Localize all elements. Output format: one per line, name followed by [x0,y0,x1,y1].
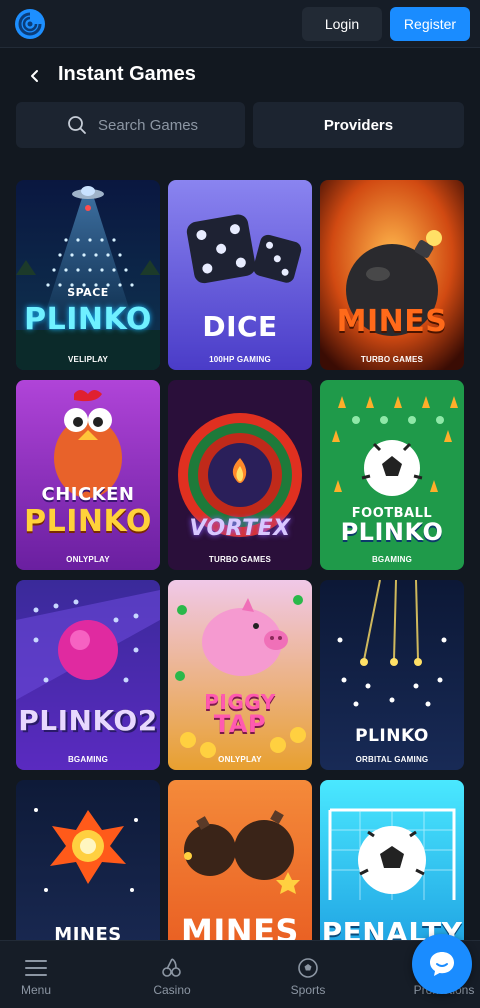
game-provider: BGAMING [371,555,413,564]
game-provider: 100HP GAMING [209,355,271,364]
plinko-2-artwork [16,580,160,770]
vortex-artwork [168,380,312,570]
game-title: TAP [213,710,267,738]
game-provider: TURBO GAMES [360,355,424,364]
page-header: Instant Games [0,54,480,98]
chevron-left-icon[interactable] [24,65,46,87]
game-subtitle: CHICKEN [41,484,135,505]
game-title: PLINKO [340,518,444,546]
page-title: Instant Games [58,63,196,85]
game-provider: ONLYPLAY [218,755,262,764]
swirl-logo-icon[interactable] [15,9,45,39]
space-plinko-artwork [16,180,160,370]
game-title: PLINKO [355,726,429,746]
game-provider: BGAMING [67,755,109,764]
search-input[interactable]: Search Games [16,102,245,148]
game-card-football-plinko[interactable]: FOOTBALL PLINKO BGAMING [320,380,464,570]
game-card-vortex[interactable]: VORTEX TURBO GAMES [168,380,312,570]
game-provider: TURBO GAMES [208,555,272,564]
hamburger-menu-icon [24,957,48,979]
chat-button[interactable] [412,934,472,994]
piggy-tap-artwork [168,580,312,770]
nav-label: Casino [153,983,191,997]
game-title: MINES [336,304,448,339]
mines-artwork [320,180,464,370]
game-title: VORTEX [189,516,291,541]
bottom-navigation: Menu Casino Sports Promotions [0,940,480,1008]
chicken-plinko-artwork [16,380,160,570]
search-icon [68,116,86,134]
search-placeholder: Search Games [98,117,199,134]
game-title: PLINKO [24,302,152,337]
game-provider: ORBITAL GAMING [355,755,429,764]
game-title: PLINKO [24,504,152,539]
game-title: PLINKO2 [18,704,158,737]
game-card-space-plinko[interactable]: SPACE PLINKO VELIPLAY [16,180,160,370]
game-card-orbital-plinko[interactable]: PLINKO ORBITAL GAMING [320,580,464,770]
game-card-plinko-2[interactable]: PLINKO2 BGAMING [16,580,160,770]
game-card-chicken-plinko[interactable]: CHICKEN PLINKO ONLYPLAY [16,380,160,570]
game-provider: VELIPLAY [68,355,108,364]
nav-label: Menu [20,983,52,997]
game-title: DICE [202,310,278,343]
login-button[interactable]: Login [302,7,382,41]
nav-item-casino[interactable]: Casino [132,941,212,1008]
game-provider: ONLYPLAY [66,555,110,564]
game-card-dice[interactable]: DICE 100HP GAMING [168,180,312,370]
game-card-mines[interactable]: MINES TURBO GAMES [320,180,464,370]
providers-button[interactable]: Providers [253,102,464,148]
soccer-ball-icon [296,957,320,979]
cherries-icon [160,957,184,979]
nav-item-sports[interactable]: Sports [268,941,348,1008]
game-card-piggy-tap[interactable]: PIGGY TAP ONLYPLAY [168,580,312,770]
register-button[interactable]: Register [390,7,470,41]
chat-bubble-icon [430,952,454,976]
nav-item-menu[interactable]: Menu [0,941,76,1008]
nav-label: Sports [290,983,326,997]
game-subtitle: SPACE [67,286,109,299]
top-bar: Login Register [0,0,480,48]
